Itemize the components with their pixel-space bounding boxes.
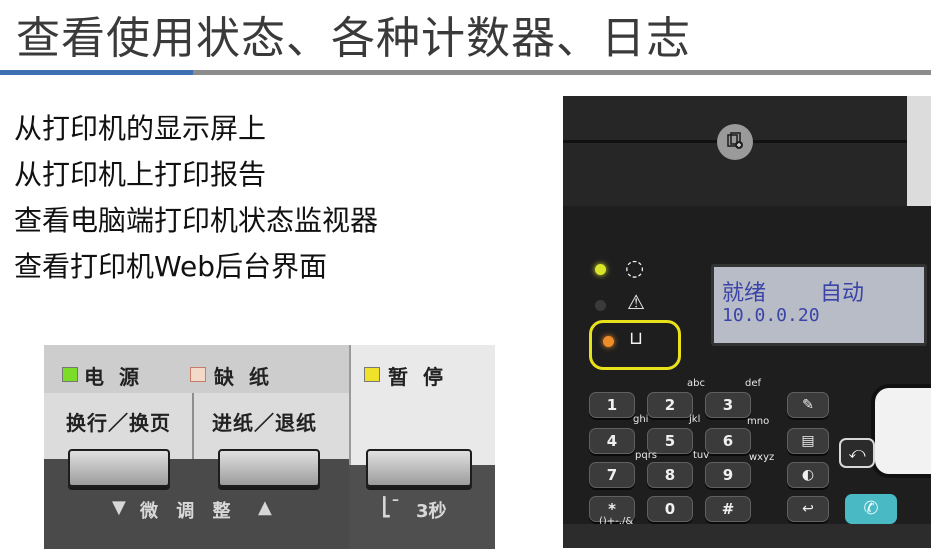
power-ready-icon: ◌ [625, 256, 645, 281]
key-8[interactable]: 8 [647, 462, 693, 488]
laser-printer-panel-image: ◌ ⚠ ⊔ 就绪 自动 10.0.0.20 1 2 3 abc def 4 5 … [563, 96, 931, 548]
ready-led-icon [595, 264, 606, 275]
hold-bracket-icon: ⎣¯ [382, 497, 400, 518]
copy-icon [727, 132, 743, 149]
lcd-mode-text: 自动 [820, 281, 865, 306]
key-9[interactable]: 9 [705, 462, 751, 488]
key-9-letters: wxyz [749, 452, 775, 463]
up-arrow-icon: ▲ [258, 497, 272, 518]
key-1[interactable]: 1 [589, 392, 635, 418]
fine-adjust-hint: 微 调 整 [140, 501, 237, 522]
panel-separator [192, 393, 194, 459]
supply-led-icon [603, 336, 614, 347]
key-6[interactable]: 6 [705, 428, 751, 454]
printer-base [563, 524, 931, 548]
key-7[interactable]: 7 [589, 462, 635, 488]
contrast-key-icon[interactable]: ◐ [787, 462, 829, 488]
method-list: 从打印机的显示屏上 从打印机上打印报告 查看电脑端打印机状态监视器 查看打印机W… [14, 106, 378, 290]
toner-icon: ⊔ [629, 328, 644, 349]
back-button-icon[interactable]: ⤺ [839, 438, 875, 468]
key-3-letters: def [745, 378, 762, 389]
lcd-status-text: 就绪 [722, 281, 767, 306]
key-5-letters: jkl [689, 414, 701, 425]
lcd-display: 就绪 自动 10.0.0.20 [711, 264, 927, 346]
key-3[interactable]: 3 [705, 392, 751, 418]
title-divider-accent [0, 70, 193, 75]
error-led-icon [595, 300, 606, 311]
key-4-letters: ghi [633, 414, 649, 425]
power-label: 电 源 [84, 365, 143, 389]
page-title: 查看使用状态、各种计数器、日志 [16, 13, 691, 64]
load-eject-button[interactable] [218, 449, 320, 487]
key-7-letters: pqrs [635, 450, 658, 461]
line-feed-button[interactable] [68, 449, 170, 487]
paper-out-label: 缺 纸 [214, 365, 273, 389]
pause-label: 暂 停 [388, 365, 447, 389]
fax-send-button-icon[interactable]: ✆ [845, 494, 897, 524]
warning-icon: ⚠ [627, 290, 645, 314]
load-eject-label: 进纸／退纸 [212, 411, 317, 435]
line-feed-label: 换行／换页 [66, 411, 171, 435]
list-item: 查看电脑端打印机状态监视器 [14, 204, 379, 237]
paper-out-led-icon [190, 367, 206, 382]
key-0[interactable]: 0 [647, 496, 693, 522]
pause-led-icon [364, 367, 380, 382]
key-6-letters: mno [747, 416, 770, 427]
report-key-icon[interactable]: ▤ [787, 428, 829, 454]
list-item: 查看打印机Web后台界面 [14, 250, 328, 283]
key-2[interactable]: 2 [647, 392, 693, 418]
list-item: 从打印机上打印报告 [14, 158, 267, 191]
scan-button[interactable] [717, 124, 753, 160]
tools-key-icon[interactable]: ✎ [787, 392, 829, 418]
pause-button[interactable] [366, 449, 472, 487]
redial-key-icon[interactable]: ↩ [787, 496, 829, 522]
navigation-pad[interactable] [871, 384, 931, 478]
key-2-letters: abc [687, 378, 705, 389]
lcd-ip-address: 10.0.0.20 [722, 305, 820, 326]
power-led-icon [62, 367, 78, 382]
key-hash[interactable]: # [705, 496, 751, 522]
list-item: 从打印机的显示屏上 [14, 112, 267, 145]
key-8-letters: tuv [693, 450, 710, 461]
dot-matrix-control-panel-image: 电 源 缺 纸 暂 停 换行／换页 进纸／退纸 ▼ 微 调 整 ▲ ⎣¯ 3秒 [44, 345, 495, 549]
key-4[interactable]: 4 [589, 428, 635, 454]
pause-hold-hint: 3秒 [416, 501, 447, 522]
down-arrow-icon: ▼ [112, 497, 126, 518]
